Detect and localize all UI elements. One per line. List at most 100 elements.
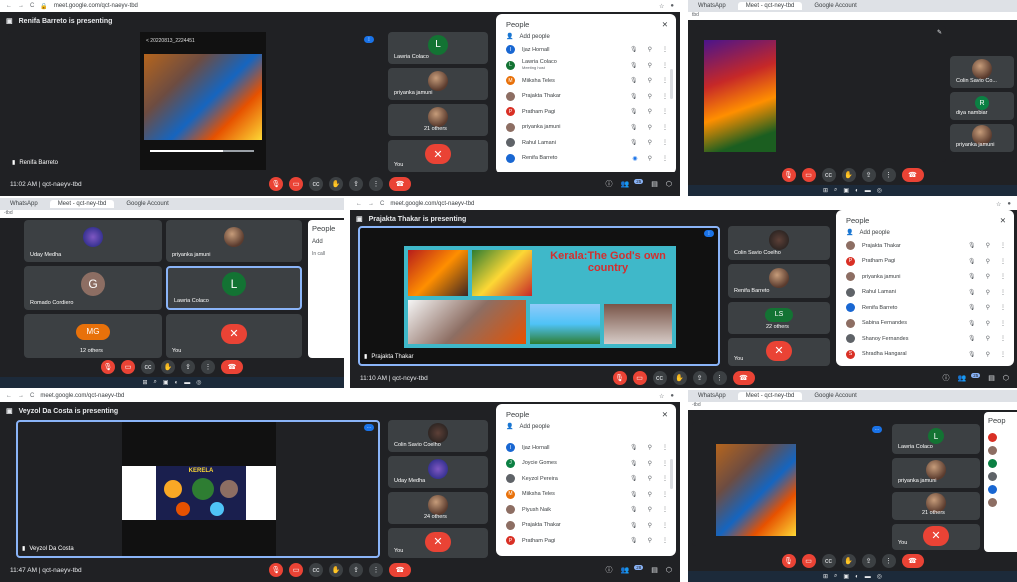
more-icon[interactable]: ⋮: [1000, 320, 1006, 327]
tile-self[interactable]: ✕ You: [388, 140, 488, 172]
hand-icon[interactable]: ✋: [841, 168, 856, 182]
people-icon[interactable]: 👥: [621, 566, 630, 574]
pin-icon[interactable]: ✎: [937, 29, 942, 36]
tab-google-account[interactable]: Google Account: [806, 2, 864, 10]
info-icon[interactable]: ⓘ: [606, 179, 613, 189]
mic-icon[interactable]: 🎙: [781, 168, 796, 182]
tab-google-account[interactable]: Google Account: [118, 200, 176, 208]
more-icon[interactable]: ⋮: [662, 46, 668, 53]
pin-icon[interactable]: ⚲: [648, 124, 652, 131]
forward-icon[interactable]: →: [18, 393, 24, 399]
pin-icon[interactable]: ⚲: [648, 108, 652, 115]
more-icon[interactable]: ⋮: [1000, 304, 1006, 311]
mic-icon[interactable]: 🎙: [101, 360, 115, 374]
tab-meet[interactable]: Meet - qct-ney-tbd: [737, 392, 803, 400]
mic-off-icon[interactable]: 🎙: [630, 537, 638, 544]
present-icon[interactable]: ⇪: [861, 168, 876, 182]
mic-off-icon[interactable]: 🎙: [630, 506, 638, 513]
more-options-icon[interactable]: ⋮: [369, 563, 383, 577]
camera-icon[interactable]: ▭: [289, 563, 303, 577]
hand-icon[interactable]: ✋: [672, 371, 687, 385]
list-item[interactable]: P Pratham Pagi 🎙 ⚲ ⋮: [496, 104, 676, 120]
pin-icon[interactable]: ⚲: [986, 335, 990, 342]
progress-bar[interactable]: [150, 150, 254, 152]
captions-icon[interactable]: cc: [309, 563, 323, 577]
pin-icon[interactable]: ⚲: [986, 304, 990, 311]
pin-icon[interactable]: ⚲: [986, 351, 990, 358]
folder-icon[interactable]: ▬: [865, 188, 871, 194]
more-options-icon[interactable]: ⋮: [881, 168, 896, 182]
pin-icon[interactable]: ⚲: [986, 273, 990, 280]
folder-icon[interactable]: ▬: [865, 574, 871, 580]
address-bar[interactable]: meet.google.com/qct-naeyv-tbd: [54, 3, 138, 9]
list-item[interactable]: priyanka jamuni 🎙 ⚲ ⋮: [836, 269, 1014, 285]
list-item[interactable]: Shanoy Fernandes 🎙 ⚲ ⋮: [836, 331, 1014, 347]
people-icon[interactable]: 👥: [621, 180, 630, 188]
taskview-icon[interactable]: ▣: [843, 573, 849, 580]
forward-icon[interactable]: →: [18, 3, 24, 9]
windows-icon[interactable]: ⊞: [143, 379, 148, 386]
mic-off-icon[interactable]: 🎙: [630, 124, 638, 131]
mic-off-icon[interactable]: 🎙: [630, 491, 638, 498]
search-icon[interactable]: ⌕: [834, 187, 837, 194]
pin-icon[interactable]: ⚲: [648, 460, 652, 467]
pin-icon[interactable]: ⚲: [648, 537, 652, 544]
chrome-icon[interactable]: ◎: [877, 187, 882, 194]
people-icon[interactable]: 👥: [958, 374, 967, 382]
close-icon[interactable]: ✕: [1000, 216, 1006, 225]
reload-icon[interactable]: C: [380, 201, 384, 207]
pin-icon[interactable]: ⚲: [986, 242, 990, 249]
list-item[interactable]: Prajakta Thakar 🎙 ⚲ ⋮: [836, 238, 1014, 254]
hang-up-button[interactable]: ☎: [901, 554, 924, 568]
hand-icon[interactable]: ✋: [329, 563, 343, 577]
info-icon[interactable]: ⓘ: [606, 565, 613, 575]
address-bar[interactable]: meet.google.com/qct-naeyv-tbd: [40, 393, 124, 399]
tile-self[interactable]: ✕ You: [388, 528, 488, 558]
mic-icon[interactable]: 🎙: [612, 371, 627, 385]
scrollbar[interactable]: [670, 459, 673, 489]
hang-up-button[interactable]: ☎: [901, 168, 924, 182]
back-icon[interactable]: ←: [356, 201, 362, 207]
mic-off-icon[interactable]: 🎙: [968, 304, 976, 311]
mic-off-icon[interactable]: 🎙: [630, 522, 638, 529]
pin-icon[interactable]: ⚲: [986, 258, 990, 265]
more-icon[interactable]: ⋮: [662, 522, 668, 529]
close-icon[interactable]: ✕: [662, 410, 668, 419]
more-icon[interactable]: ⋮: [1000, 258, 1006, 265]
mic-off-icon[interactable]: 🎙: [968, 258, 976, 265]
tile-self[interactable]: ✕ You: [728, 338, 830, 366]
more-icon[interactable]: ⋮: [662, 475, 668, 482]
tile-3[interactable]: G Romado Cordiero: [24, 266, 162, 310]
star-icon[interactable]: ☆: [996, 201, 1001, 208]
scrollbar[interactable]: [670, 69, 673, 99]
edge-icon[interactable]: ◐: [855, 574, 859, 580]
hang-up-button[interactable]: ☎: [389, 177, 411, 191]
pin-icon[interactable]: ⚲: [648, 46, 652, 53]
captions-icon[interactable]: cc: [309, 177, 323, 191]
camera-icon[interactable]: ▭: [121, 360, 135, 374]
present-icon[interactable]: ⇪: [181, 360, 195, 374]
mic-off-icon[interactable]: 🎙: [630, 77, 638, 84]
pin-icon[interactable]: ⚲: [648, 155, 652, 162]
pin-icon[interactable]: ⚲: [648, 93, 652, 100]
list-item[interactable]: Prajakta Thakar 🎙 ⚲ ⋮: [496, 89, 676, 105]
tile-2[interactable]: R diya nambiar: [950, 92, 1014, 120]
tile-1[interactable]: Colin Savio Co...: [950, 56, 1014, 88]
more-icon[interactable]: ⋮: [662, 506, 668, 513]
tab-google-account[interactable]: Google Account: [806, 392, 864, 400]
address-bar[interactable]: meet.google.com/qct-naeyv-tbd: [390, 201, 474, 207]
hand-icon[interactable]: ✋: [841, 554, 856, 568]
folder-icon[interactable]: ▬: [184, 380, 190, 386]
list-item[interactable]: M Miiksha Teles 🎙 ⚲ ⋮: [496, 73, 676, 89]
windows-icon[interactable]: ⊞: [823, 187, 828, 194]
tile-2[interactable]: priyanka jamuni: [166, 220, 302, 262]
pin-icon[interactable]: ▮: [12, 159, 15, 166]
present-icon[interactable]: ⇪: [349, 177, 363, 191]
taskview-icon[interactable]: ▣: [163, 379, 169, 386]
chrome-icon[interactable]: ◎: [196, 379, 201, 386]
info-icon[interactable]: ⓘ: [943, 373, 950, 383]
mic-off-icon[interactable]: 🎙: [630, 46, 638, 53]
chat-icon[interactable]: ▤: [651, 180, 658, 188]
tile-1[interactable]: Uday Medha: [24, 220, 162, 262]
star-icon[interactable]: ☆: [659, 393, 664, 400]
